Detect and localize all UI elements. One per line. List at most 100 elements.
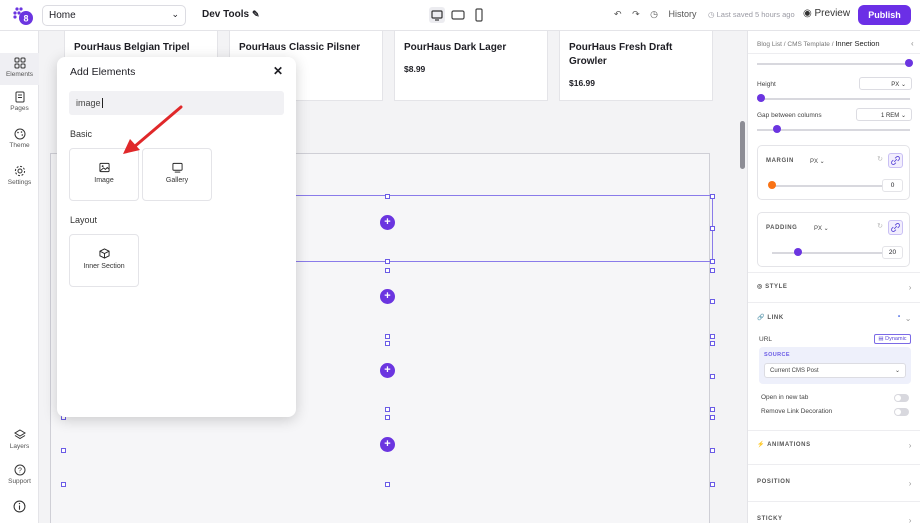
history-button[interactable]: ◷ History xyxy=(650,9,704,19)
divider xyxy=(748,272,920,273)
resize-handle[interactable] xyxy=(710,268,715,273)
resize-handle[interactable] xyxy=(385,415,390,420)
margin-value[interactable]: 0 xyxy=(882,179,903,192)
resize-handle[interactable] xyxy=(385,482,390,487)
mobile-view-icon[interactable] xyxy=(471,7,487,23)
width-slider[interactable] xyxy=(757,63,910,65)
resize-handle[interactable] xyxy=(710,341,715,346)
chevron-right-icon: › xyxy=(908,516,912,523)
resize-handle[interactable] xyxy=(385,259,390,264)
animations-section[interactable]: ⚡ ANIMATIONS › xyxy=(757,441,912,450)
sidebar-item-settings[interactable]: Settings xyxy=(0,165,39,186)
resize-handle[interactable] xyxy=(710,299,715,304)
padding-card: PADDING PX ⌄ ↻ 20 xyxy=(757,212,910,267)
margin-unit[interactable]: PX ⌄ xyxy=(810,158,825,165)
link-icon: 🔗 xyxy=(757,315,766,321)
link-section[interactable]: 🔗 LINK • ⌄ xyxy=(757,314,912,323)
resize-handle[interactable] xyxy=(710,407,715,412)
padding-value[interactable]: 20 xyxy=(882,246,903,259)
resize-handle[interactable] xyxy=(385,268,390,273)
scrollbar-thumb[interactable] xyxy=(740,121,745,169)
gear-icon xyxy=(14,165,25,177)
source-box: SOURCE Current CMS Post ⌄ xyxy=(759,347,911,384)
resize-handle[interactable] xyxy=(710,448,715,453)
margin-slider[interactable] xyxy=(772,185,882,187)
page-selector[interactable]: Home ⌄ xyxy=(42,5,186,26)
collapse-icon[interactable]: ‹ xyxy=(911,39,914,48)
element-tile-inner-section[interactable]: Inner Section xyxy=(69,234,139,287)
divider xyxy=(748,53,920,54)
sidebar-item-theme[interactable]: Theme xyxy=(0,128,39,149)
remove-decoration-toggle[interactable] xyxy=(894,408,909,416)
sidebar-item-pages[interactable]: Pages xyxy=(0,91,39,112)
resize-handle[interactable] xyxy=(710,374,715,379)
slider-thumb[interactable] xyxy=(773,125,781,133)
pencil-icon[interactable]: ✎ xyxy=(252,9,260,19)
publish-button[interactable]: Publish xyxy=(858,5,911,25)
resize-handle[interactable] xyxy=(710,226,715,231)
style-section[interactable]: ◎ STYLE › xyxy=(757,283,912,292)
resize-handle[interactable] xyxy=(385,334,390,339)
slider-thumb[interactable] xyxy=(768,181,776,189)
sidebar-item-support[interactable]: ? Support xyxy=(0,464,39,485)
resize-handle[interactable] xyxy=(385,407,390,412)
page-icon xyxy=(15,91,24,103)
grid-icon xyxy=(14,57,25,69)
padding-unit[interactable]: PX ⌄ xyxy=(814,225,829,232)
resize-handle[interactable] xyxy=(61,482,66,487)
sidebar-item-layers[interactable]: Layers xyxy=(0,429,39,450)
undo-icon[interactable]: ↶ xyxy=(614,9,622,19)
resize-handle[interactable] xyxy=(61,448,66,453)
add-element-button[interactable]: + xyxy=(380,289,395,304)
search-value: image xyxy=(76,98,101,108)
slider-thumb[interactable] xyxy=(757,94,765,102)
resize-handle[interactable] xyxy=(385,194,390,199)
info-icon[interactable] xyxy=(13,500,26,513)
reset-icon[interactable]: ↻ xyxy=(877,222,883,230)
link-icon[interactable] xyxy=(888,153,903,168)
sidebar-item-label: Theme xyxy=(9,142,30,149)
sticky-section[interactable]: STICKY › xyxy=(757,516,912,523)
dynamic-toggle[interactable]: ▤ Dynamic xyxy=(874,334,911,344)
open-new-tab-toggle[interactable] xyxy=(894,394,909,402)
resize-handle[interactable] xyxy=(710,415,715,420)
dialog-title: Add Elements xyxy=(70,66,136,78)
link-icon[interactable] xyxy=(888,220,903,235)
height-unit-select[interactable]: PX ⌄ xyxy=(859,77,912,90)
add-element-button[interactable]: + xyxy=(380,363,395,378)
add-element-button[interactable]: + xyxy=(380,437,395,452)
help-icon: ? xyxy=(14,464,25,476)
product-card[interactable]: PourHaus Dark Lager $8.99 xyxy=(394,31,548,101)
resize-handle[interactable] xyxy=(710,194,715,199)
breadcrumb-item[interactable]: CMS Template xyxy=(787,41,830,48)
add-element-button[interactable]: + xyxy=(380,215,395,230)
preview-button[interactable]: ◉ Preview xyxy=(803,8,850,19)
padding-slider[interactable] xyxy=(772,252,882,254)
desktop-view-icon[interactable] xyxy=(429,7,445,23)
margin-card: MARGIN PX ⌄ ↻ 0 xyxy=(757,145,910,200)
app-logo[interactable]: 8 xyxy=(12,5,34,27)
breadcrumb-item[interactable]: Blog List xyxy=(757,41,782,48)
save-status: ◷ Last saved 5 hours ago xyxy=(708,10,795,19)
resize-handle[interactable] xyxy=(710,259,715,264)
product-card[interactable]: PourHaus Fresh Draft Growler $16.99 xyxy=(559,31,713,101)
slider-thumb[interactable] xyxy=(905,59,913,67)
svg-text:8: 8 xyxy=(23,14,28,24)
height-slider[interactable] xyxy=(757,98,910,100)
resize-handle[interactable] xyxy=(385,341,390,346)
reset-icon[interactable]: ↻ xyxy=(877,155,883,163)
product-price: $8.99 xyxy=(404,64,426,74)
canvas-scrollbar[interactable] xyxy=(738,31,747,523)
close-icon[interactable]: ✕ xyxy=(273,64,283,78)
slider-thumb[interactable] xyxy=(794,248,802,256)
resize-handle[interactable] xyxy=(710,482,715,487)
sidebar-item-elements[interactable]: Elements xyxy=(0,53,39,85)
redo-icon[interactable]: ↷ xyxy=(632,9,640,19)
tablet-view-icon[interactable] xyxy=(450,7,466,23)
source-select[interactable]: Current CMS Post ⌄ xyxy=(764,363,906,378)
project-name[interactable]: Dev Tools ✎ xyxy=(202,9,260,20)
position-section[interactable]: POSITION › xyxy=(757,479,912,488)
resize-handle[interactable] xyxy=(710,334,715,339)
section-label: ANIMATIONS xyxy=(767,442,811,448)
gap-input[interactable]: 1 REM ⌄ xyxy=(856,108,912,121)
